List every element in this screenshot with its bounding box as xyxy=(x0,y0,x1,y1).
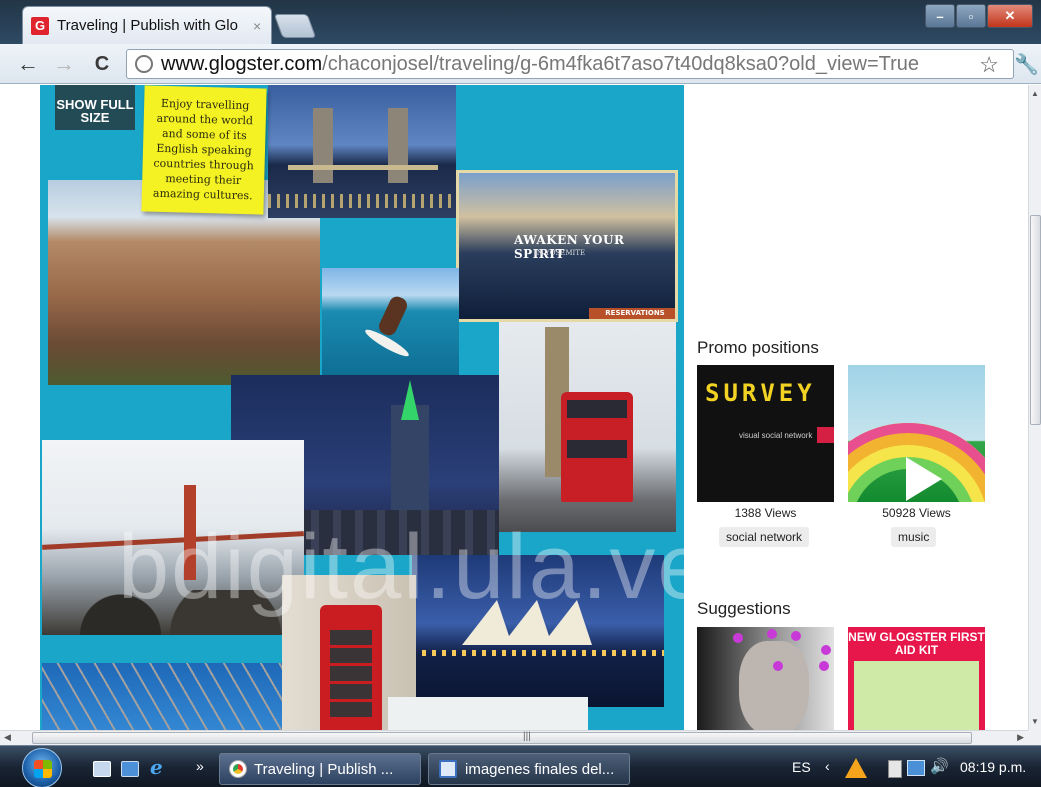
taskbar-item-document[interactable]: imagenes finales del... xyxy=(428,753,630,785)
volume-icon[interactable]: 🔊 xyxy=(930,757,949,775)
promo-views-count: 50928 Views xyxy=(882,506,951,520)
back-icon[interactable]: ← xyxy=(14,50,42,78)
url-host: www.glogster.com xyxy=(161,52,323,75)
windows-taskbar: e » Traveling | Publish ... imagenes fin… xyxy=(0,745,1041,787)
promo-positions-heading: Promo positions xyxy=(697,338,819,357)
play-icon xyxy=(906,457,942,501)
promo-survey-title: SURVEY xyxy=(705,379,816,407)
url-text: www.glogster.com/chaconjosel/traveling/g… xyxy=(161,53,919,76)
yosemite-subtitle: IN YOSEMITE xyxy=(534,249,586,257)
globe-icon xyxy=(135,55,153,73)
forward-icon[interactable]: → xyxy=(50,50,78,78)
star-icon[interactable]: ☆ xyxy=(979,52,999,78)
new-tab-button[interactable] xyxy=(273,14,317,38)
horizontal-scrollbar[interactable]: ◀ ||| ▶ xyxy=(0,730,1028,745)
taskbar-item-label: imagenes finales del... xyxy=(465,760,615,778)
language-indicator[interactable]: ES xyxy=(792,759,811,775)
power-icon[interactable] xyxy=(888,760,902,778)
reservations-button[interactable]: RESERVATIONS xyxy=(589,308,675,319)
horizontal-scroll-thumb[interactable]: ||| xyxy=(32,731,972,744)
suggestion-thumbnail[interactable] xyxy=(697,627,834,730)
close-window-button[interactable]: ✕ xyxy=(987,4,1033,28)
warning-icon[interactable] xyxy=(845,758,867,778)
taskbar-item-label: Traveling | Publish ... xyxy=(254,760,394,778)
yosemite-ad-image: AWAKEN YOUR SPIRIT IN YOSEMITE RESERVATI… xyxy=(456,170,678,322)
sticky-note: Enjoy travelling around the world and so… xyxy=(141,85,267,215)
reload-icon[interactable]: C xyxy=(88,50,116,78)
scroll-up-icon[interactable]: ▲ xyxy=(1031,89,1039,98)
tab-traveling[interactable]: G Traveling | Publish with Glo × xyxy=(22,6,272,44)
page-viewport: SHOW FULL SIZE AWAKEN YOUR SPIRIT IN YOS… xyxy=(0,85,1028,730)
chrome-icon xyxy=(230,761,246,777)
internet-explorer-icon[interactable]: e xyxy=(150,755,168,779)
windows-logo-icon xyxy=(34,760,52,778)
switch-windows-icon[interactable] xyxy=(121,761,139,777)
london-bus-image xyxy=(499,322,676,532)
tower-bridge-image xyxy=(268,85,456,218)
network-icon[interactable] xyxy=(907,760,925,776)
document-icon xyxy=(439,760,457,778)
sydney-opera-image xyxy=(412,555,664,707)
glog-poster: SHOW FULL SIZE AWAKEN YOUR SPIRIT IN YOS… xyxy=(40,85,684,730)
glogster-favicon-icon: G xyxy=(31,16,49,35)
promo-music-thumbnail[interactable] xyxy=(848,365,985,502)
golden-gate-image xyxy=(42,440,304,635)
minimize-button[interactable]: – xyxy=(925,4,955,28)
bridge-cables-image xyxy=(42,663,282,730)
suggestions-heading: Suggestions xyxy=(697,599,791,618)
tag-social-network[interactable]: social network xyxy=(719,527,810,547)
tab-title: Traveling | Publish with Glo xyxy=(57,17,238,34)
vertical-scroll-thumb[interactable] xyxy=(1030,215,1041,425)
show-full-size-button[interactable]: SHOW FULL SIZE xyxy=(55,85,135,130)
tray-expand-icon[interactable]: ‹ xyxy=(825,758,830,774)
taskbar-item-chrome[interactable]: Traveling | Publish ... xyxy=(219,753,421,785)
wrench-icon[interactable]: 🔧 xyxy=(1014,52,1039,77)
suggestion-thumbnail[interactable]: NEW GLOGSTER FIRST AID KIT xyxy=(848,627,985,730)
tag-music[interactable]: music xyxy=(891,527,937,547)
partial-image xyxy=(388,697,588,730)
maximize-button[interactable]: ▫ xyxy=(956,4,986,28)
title-bar: G Traveling | Publish with Glo × – ▫ ✕ xyxy=(0,0,1041,44)
promo-survey-thumbnail[interactable]: SURVEY visual social network xyxy=(697,365,834,502)
show-desktop-icon[interactable] xyxy=(93,761,111,777)
tab-close-icon[interactable]: × xyxy=(253,18,261,34)
browser-toolbar: ← → C www.glogster.com/chaconjosel/trave… xyxy=(0,44,1041,84)
scroll-left-icon[interactable]: ◀ xyxy=(4,732,11,743)
quicklaunch-more-icon[interactable]: » xyxy=(196,758,204,774)
scroll-down-icon[interactable]: ▼ xyxy=(1031,717,1039,726)
start-button[interactable] xyxy=(22,748,62,787)
scroll-right-icon[interactable]: ▶ xyxy=(1017,732,1024,743)
url-path: /chaconjosel/traveling/g-6m4fka6t7aso7t4… xyxy=(322,52,920,75)
promo-views-count: 1388 Views xyxy=(734,506,797,520)
surfer-image xyxy=(322,268,459,376)
scrollbar-corner xyxy=(1028,730,1041,745)
browser-window: G Traveling | Publish with Glo × – ▫ ✕ ←… xyxy=(0,0,1041,787)
suggestion-title: NEW GLOGSTER FIRST AID KIT xyxy=(848,630,985,657)
clock[interactable]: 08:19 p.m. xyxy=(960,759,1026,775)
address-bar[interactable]: www.glogster.com/chaconjosel/traveling/g… xyxy=(126,49,1014,79)
promo-survey-subtitle: visual social network xyxy=(739,431,813,440)
vertical-scrollbar[interactable]: ▲ ▼ xyxy=(1028,85,1041,730)
